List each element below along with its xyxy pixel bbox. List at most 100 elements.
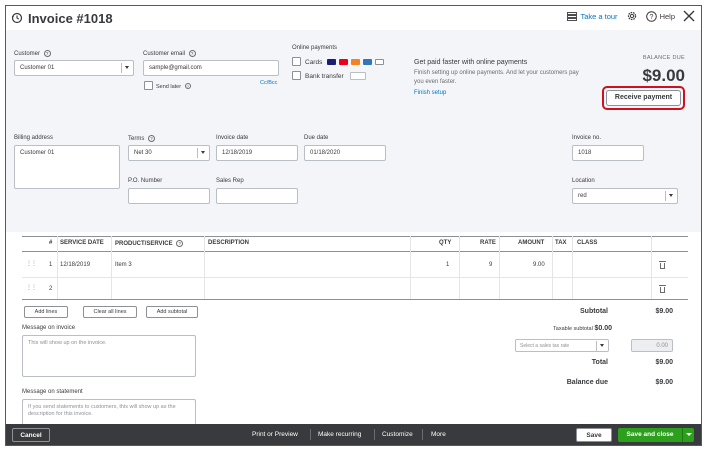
total-value: $9.00 [655,359,673,366]
history-icon[interactable] [11,12,23,24]
add-subtotal-button[interactable]: Add subtotal [146,306,198,318]
discover-icon [350,59,360,65]
col-tax: TAX [555,240,567,246]
info-icon: ? [184,83,191,89]
billing-address-input[interactable]: Customer 01 [14,145,120,189]
customer-email-label: Customer email ? [143,50,196,57]
invoice-window: Invoice #1018 Take a tour ? Help Custome… [5,5,702,446]
cancel-button[interactable]: Cancel [12,428,50,442]
save-button[interactable]: Save [576,428,612,442]
svg-text:?: ? [649,14,653,21]
sales-tax-rate-select[interactable]: Select a sales tax rate [515,339,609,352]
message-statement-input[interactable]: If you send statements to customers, thi… [22,399,196,427]
location-label: Location [572,178,595,184]
header-actions: Take a tour ? Help [567,10,695,22]
row-amount[interactable]: 9.00 [533,262,545,268]
gear-icon[interactable] [626,10,638,22]
po-number-label: P.O. Number [128,178,163,184]
terms-label: Terms ? [128,135,156,142]
tour-link-label: Take a tour [580,11,618,21]
message-invoice-input[interactable]: This will show up on the invoice. [22,335,196,377]
save-options-dropdown[interactable] [682,428,694,442]
invoice-no-input[interactable]: 1018 [572,145,644,161]
col-qty: QTY [439,240,452,246]
tour-link[interactable]: Take a tour [567,11,618,21]
add-lines-button[interactable]: Add lines [24,306,68,318]
page-title: Invoice #1018 [28,11,113,26]
balance-due-amount: $9.00 [642,66,685,85]
tour-icon [567,11,578,21]
receive-payment-button[interactable]: Receive payment [606,90,681,106]
row-qty[interactable]: 1 [446,262,449,268]
message-invoice-label: Message on invoice [22,325,76,331]
taxable-subtotal: Taxable subtotal $0.00 [553,325,612,332]
invoice-header: Invoice #1018 Take a tour ? Help [6,6,701,30]
visa-icon [327,59,336,65]
send-later-label: Send later ? [156,83,191,90]
make-recurring-link[interactable]: Make recurring [318,431,361,438]
trash-icon[interactable] [659,261,666,269]
line-items-area: # SERVICE DATE PRODUCT/SERVICE ? DESCRIP… [6,232,701,427]
info-icon: ? [188,50,196,57]
info-icon: ? [176,240,184,247]
balance-due-label: BALANCE DUE [642,55,685,61]
col-service-date: SERVICE DATE [60,240,104,246]
row-service-date[interactable]: 12/18/2019 [60,262,90,268]
row-num: 2 [49,286,53,292]
footer-bar: Cancel Print or Preview Make recurring C… [6,424,701,445]
col-class: CLASS [577,240,598,246]
print-preview-link[interactable]: Print or Preview [252,431,298,438]
info-icon: ? [43,50,51,57]
bank-transfer-checkbox[interactable] [292,71,301,80]
col-product: PRODUCT/SERVICE ? [115,240,184,247]
invoice-no-label: Invoice no. [572,135,602,141]
customer-select[interactable]: Customer 01 [14,60,134,76]
clear-all-lines-button[interactable]: Clear all lines [83,306,137,318]
online-payments-label: Online payments [292,45,338,51]
mastercard-icon [338,59,348,65]
help-link[interactable]: ? Help [645,10,675,22]
bank-logo-icon [350,72,366,80]
drag-handle-icon[interactable]: ⋮⋮ [26,260,37,267]
customer-label: Customer ? [14,50,51,57]
invoice-details-panel: Customer ? Customer 01 Customer email ? … [6,30,701,232]
due-date-input[interactable]: 01/18/2020 [304,145,386,161]
invoice-date-label: Invoice date [216,135,249,141]
terms-select[interactable]: Net 30 [128,145,210,161]
promo-title: Get paid faster with online payments [414,59,528,66]
billing-address-label: Billing address [14,135,54,141]
balance-due-value-bottom: $9.00 [655,379,673,386]
sales-rep-input[interactable] [216,188,298,204]
save-and-close-button[interactable]: Save and close [618,428,682,442]
amex-icon [362,59,372,65]
message-statement-label: Message on statement [22,389,83,395]
subtotal-label: Subtotal [580,308,608,315]
location-select[interactable]: red [572,188,678,204]
trash-icon[interactable] [659,285,666,293]
due-date-label: Due date [304,135,329,141]
card-logos [327,59,385,67]
drag-handle-icon[interactable]: ⋮⋮ [26,284,37,291]
help-icon: ? [645,10,657,22]
send-later-checkbox[interactable] [144,81,153,90]
cards-label: Cards [305,59,323,66]
row-rate[interactable]: 9 [489,262,492,268]
info-icon: ? [148,135,156,142]
customize-link[interactable]: Customize [382,431,413,438]
cards-checkbox[interactable] [292,57,301,66]
po-number-input[interactable] [128,188,210,204]
invoice-date-input[interactable]: 12/18/2019 [216,145,298,161]
col-description: DESCRIPTION [208,240,250,246]
close-icon[interactable] [683,10,695,22]
total-label: Total [591,359,608,366]
customer-email-input[interactable]: sample@gmail.com [143,60,279,76]
balance-due-label-bottom: Balance due [566,379,608,386]
sales-rep-label: Sales Rep [216,178,244,184]
cc-bcc-link[interactable]: Cc/Bcc [260,80,277,86]
more-link[interactable]: More [431,431,446,438]
finish-setup-link[interactable]: Finish setup [414,89,584,98]
apple-pay-icon [374,59,384,65]
help-label: Help [659,11,675,21]
sales-tax-amount: 0.00 [631,339,673,352]
row-product[interactable]: Item 3 [115,262,132,268]
